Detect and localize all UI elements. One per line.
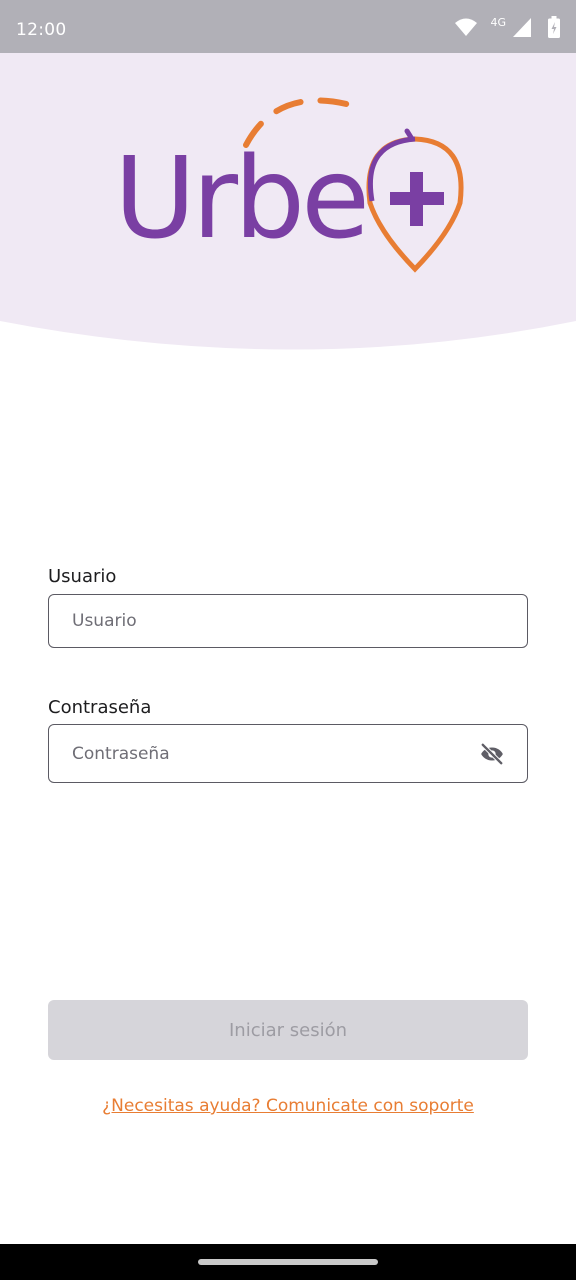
battery-icon bbox=[548, 16, 560, 38]
username-input[interactable] bbox=[72, 595, 452, 647]
username-field[interactable] bbox=[48, 594, 528, 648]
support-link[interactable]: ¿Necesitas ayuda? Comunicate con soporte bbox=[0, 1096, 576, 1116]
eye-off-icon[interactable] bbox=[479, 741, 505, 767]
username-label: Usuario bbox=[48, 566, 117, 587]
location-pin-plus-icon bbox=[243, 97, 464, 273]
header: Urbe bbox=[0, 53, 576, 358]
network-type: 4G bbox=[490, 16, 506, 29]
status-bar: 12:00 4G bbox=[0, 0, 576, 53]
signal-icon bbox=[513, 18, 531, 37]
status-time: 12:00 bbox=[16, 20, 67, 40]
home-handle[interactable] bbox=[198, 1259, 378, 1265]
login-button[interactable]: Iniciar sesión bbox=[48, 1000, 528, 1060]
wifi-icon bbox=[455, 18, 477, 36]
navigation-bar bbox=[0, 1244, 576, 1280]
urbe-logo: Urbe bbox=[110, 93, 490, 283]
password-label: Contraseña bbox=[48, 697, 152, 718]
password-input[interactable] bbox=[72, 725, 452, 782]
password-field[interactable] bbox=[48, 724, 528, 783]
